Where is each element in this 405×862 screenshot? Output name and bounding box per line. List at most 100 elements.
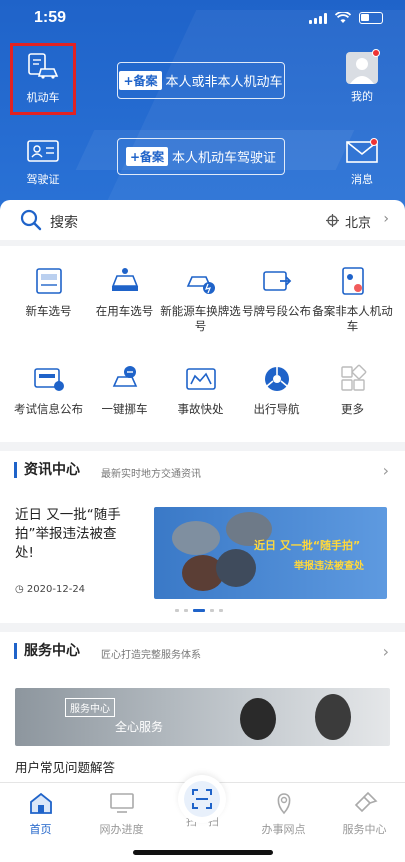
city-selector[interactable]: 北京 (345, 212, 371, 231)
news-title: 资讯中心 (14, 462, 80, 478)
news-image-subtitle: 举报违法被查处 (294, 561, 364, 572)
news-date-row: ◷ 2020-12-24 (15, 584, 85, 595)
scan-icon (192, 789, 212, 809)
service-subtitle: 匠心打造完整服务体系 (101, 650, 201, 661)
tab-service-center[interactable]: 服务中心 (324, 791, 405, 837)
scan-button[interactable] (178, 775, 226, 823)
service-icon (354, 791, 377, 813)
grid-item-label: 考试信息公布 (14, 402, 83, 416)
status-time: 1:59 (34, 9, 67, 26)
signal-icon (309, 12, 327, 24)
ev-plate-icon (186, 276, 215, 294)
search-icon (20, 209, 42, 231)
grid-item-used-car-number[interactable]: 在用车选号 (84, 266, 165, 319)
grid-item-exam-info[interactable]: 考试信息公布 (8, 364, 89, 417)
selection-highlight (10, 43, 76, 115)
home-indicator (133, 850, 273, 855)
grid-item-label: 新能源车换牌选号 (160, 304, 241, 333)
chevron-right-icon[interactable]: › (383, 461, 389, 480)
register-vehicle-button[interactable]: +备案 本人或非本人机动车 (117, 62, 285, 99)
license-button[interactable]: 驾驶证 (14, 138, 72, 187)
register-vehicle-icon (341, 267, 364, 295)
grid-item-label: 号牌号段公布 (242, 304, 311, 318)
chevron-right-icon[interactable]: › (383, 211, 389, 227)
new-car-number-icon (35, 268, 62, 294)
notification-dot (372, 49, 380, 57)
messages-button[interactable]: 消息 (338, 138, 386, 187)
chevron-right-icon[interactable]: › (383, 642, 389, 661)
notification-dot (370, 138, 378, 146)
used-car-number-icon (111, 268, 138, 291)
faq-link[interactable]: 用户常见问题解答 (15, 757, 115, 776)
service-grid: 新车选号 在用车选号 新能源车换牌选号 号牌号段公布 备案非本人机动车 考试信息… (0, 246, 405, 442)
tab-service-points[interactable]: 办事网点 (243, 791, 324, 837)
license-label: 驾驶证 (26, 173, 60, 186)
profile-button[interactable]: 我的 (338, 49, 386, 104)
grid-item-navigation[interactable]: 出行导航 (236, 364, 317, 417)
grid-item-label: 备案非本人机动车 (312, 304, 393, 333)
tab-label: 首页 (29, 823, 52, 836)
grid-item-accident[interactable]: 事故快处 (160, 364, 241, 417)
grid-item-new-car-number[interactable]: 新车选号 (8, 266, 89, 319)
more-icon (340, 364, 366, 391)
news-date: 2020-12-24 (26, 584, 86, 595)
avatar (346, 52, 378, 84)
grid-item-label: 更多 (341, 402, 364, 416)
accident-icon (185, 368, 216, 390)
grid-item-ev-plate[interactable]: 新能源车换牌选号 (160, 266, 241, 334)
grid-item-label: 出行导航 (253, 402, 300, 416)
tab-label: 办事网点 (261, 823, 306, 836)
status-bar: 1:59 (0, 0, 405, 36)
register-tag: +备案 (119, 71, 162, 90)
header-banner: 1:59 机动车 驾驶证 +备案 本人或非本人机动车 +备案 本人机动车驾驶证 … (0, 0, 405, 212)
photo-thumb (216, 549, 256, 587)
grid-item-plate-segment[interactable]: 号牌号段公布 (236, 266, 317, 319)
messages-label: 消息 (351, 173, 373, 186)
search-label: 搜索 (50, 215, 78, 231)
clock-icon: ◷ (15, 584, 24, 595)
register-vehicle-text: 本人或非本人机动车 (165, 75, 283, 90)
register-tag: +备案 (125, 147, 169, 166)
service-section: 服务中心 匠心打造完整服务体系 › 服务中心 全心服务 用户常见问题解答 (0, 632, 405, 782)
photo-thumb (172, 521, 220, 555)
home-icon (29, 792, 52, 814)
move-car-icon (112, 366, 137, 387)
monitor-icon (109, 793, 134, 813)
agent-photo (240, 698, 276, 740)
plate-segment-icon (262, 271, 291, 291)
tab-home[interactable]: 首页 (0, 791, 81, 837)
register-license-button[interactable]: +备案 本人机动车驾驶证 (117, 138, 285, 175)
grid-item-move-car[interactable]: 一键挪车 (84, 364, 165, 417)
news-headline[interactable]: 近日 又一批“随手拍”举报违法被查处! (15, 506, 135, 563)
grid-item-more[interactable]: 更多 (312, 364, 393, 417)
grid-item-label: 在用车选号 (95, 304, 154, 318)
service-banner-text: 全心服务 (115, 720, 164, 734)
grid-item-label: 一键挪车 (101, 402, 148, 416)
carousel-indicator (175, 609, 223, 612)
exam-info-icon (33, 368, 64, 391)
tab-label: 网办进度 (99, 823, 144, 836)
wifi-icon (335, 12, 351, 23)
battery-icon (359, 12, 383, 24)
tab-progress[interactable]: 网办进度 (81, 791, 162, 837)
user-icon (350, 58, 374, 84)
location-icon (277, 793, 290, 815)
register-license-text: 本人机动车驾驶证 (172, 151, 277, 166)
profile-label: 我的 (351, 90, 373, 103)
search-bar[interactable]: 搜索 北京 › (0, 200, 405, 240)
grid-item-label: 新车选号 (25, 304, 72, 318)
news-image[interactable]: 近日 又一批“随手拍” 举报违法被查处 (154, 507, 387, 599)
grid-item-register-vehicle[interactable]: 备案非本人机动车 (312, 266, 393, 334)
news-section: 资讯中心 最新实时地方交通资讯 › 近日 又一批“随手拍”举报违法被查处! ◷ … (0, 451, 405, 623)
service-banner[interactable]: 服务中心 全心服务 (15, 688, 390, 746)
service-title: 服务中心 (14, 643, 80, 659)
tab-label: 服务中心 (342, 823, 387, 836)
news-subtitle: 最新实时地方交通资讯 (101, 469, 201, 480)
navigation-icon (264, 367, 289, 391)
news-image-title: 近日 又一批“随手拍” (254, 539, 361, 552)
agent-photo (315, 694, 351, 740)
grid-item-label: 事故快处 (177, 402, 224, 416)
location-target-icon (326, 214, 339, 227)
service-banner-badge: 服务中心 (65, 698, 115, 717)
license-card-icon (27, 140, 59, 162)
